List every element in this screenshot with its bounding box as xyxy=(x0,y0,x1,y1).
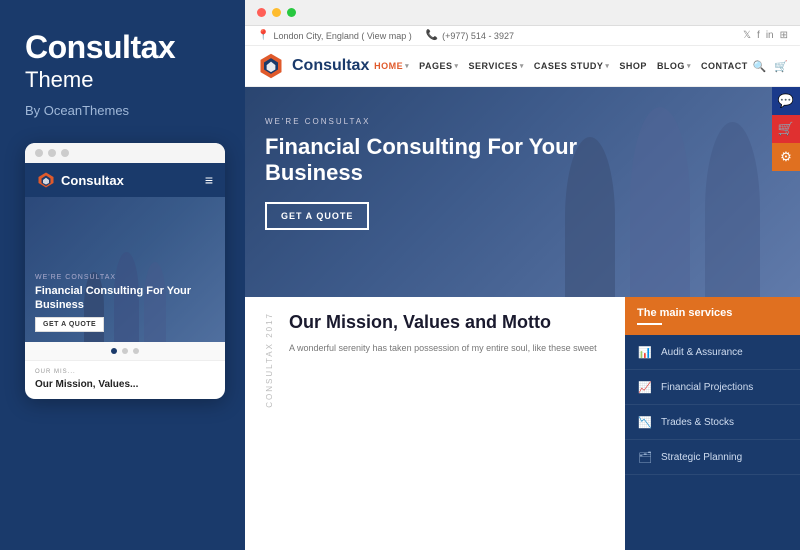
cart-icon[interactable]: 🛒 xyxy=(774,60,788,73)
mobile-browser-bar xyxy=(25,143,225,163)
rss-icon[interactable]: ⊞ xyxy=(780,30,788,41)
site-logo-text: Consultax xyxy=(292,57,369,75)
hero-label: WE'RE CONSULTAX xyxy=(265,117,780,126)
mobile-carousel-dots xyxy=(25,342,225,360)
nav-blog[interactable]: BLOG ▾ xyxy=(657,61,691,71)
theme-title: Consultax xyxy=(25,30,220,65)
mission-section: CONSULTAX 2017 Our Mission, Values and M… xyxy=(245,297,625,550)
mobile-hamburger-icon[interactable]: ≡ xyxy=(205,172,213,188)
float-chat-icon[interactable]: 💬 xyxy=(772,87,800,115)
mobile-logo: Consultax xyxy=(37,171,124,189)
strategic-icon: 🗂 xyxy=(637,449,653,465)
twitter-icon[interactable]: 𝕏 xyxy=(743,30,751,41)
phone-text: (+977) 514 - 3927 xyxy=(442,31,514,41)
mobile-dot-2 xyxy=(48,149,56,157)
hero-content: WE'RE CONSULTAX Financial Consulting For… xyxy=(245,87,800,260)
topbar-social-icons: 𝕏 f in ⊞ xyxy=(743,30,788,41)
nav-home[interactable]: HOME ▾ xyxy=(374,61,409,71)
nav-pages[interactable]: PAGES ▾ xyxy=(419,61,458,71)
search-icon[interactable]: 🔍 xyxy=(753,60,767,73)
site-hero: WE'RE CONSULTAX Financial Consulting For… xyxy=(245,87,800,297)
mission-content: Our Mission, Values and Motto A wonderfu… xyxy=(289,312,605,355)
financial-icon: 📈 xyxy=(637,379,653,395)
service-name-trades: Trades & Stocks xyxy=(661,417,734,428)
theme-author: By OceanThemes xyxy=(25,103,220,118)
nav-contact[interactable]: CONTACT xyxy=(701,61,748,71)
left-panel: Consultax Theme By OceanThemes Consultax… xyxy=(0,0,245,550)
carousel-dot-1[interactable] xyxy=(111,348,117,354)
browser-maximize-dot[interactable] xyxy=(287,8,296,17)
mission-text: A wonderful serenity has taken possessio… xyxy=(289,342,605,356)
audit-icon: 📊 xyxy=(637,344,653,360)
mobile-hero-label: WE'RE CONSULTAX xyxy=(35,274,215,281)
facebook-icon[interactable]: f xyxy=(757,30,760,41)
theme-subtitle: Theme xyxy=(25,67,220,93)
site-nav-links: HOME ▾ PAGES ▾ SERVICES ▾ CASES STUDY ▾ … xyxy=(374,61,748,71)
linkedin-icon[interactable]: in xyxy=(766,30,774,41)
phone-icon: 📞 xyxy=(426,30,438,41)
services-panel: The main services 📊 Audit & Assurance 📈 … xyxy=(625,297,800,550)
services-header: The main services xyxy=(625,297,800,335)
mission-title: Our Mission, Values and Motto xyxy=(289,312,605,334)
mobile-logo-text: Consultax xyxy=(61,173,124,188)
site-navbar: Consultax HOME ▾ PAGES ▾ SERVICES ▾ CASE… xyxy=(245,46,800,87)
mobile-hero-title: Financial Consulting For Your Business xyxy=(35,284,215,313)
service-item-strategic[interactable]: 🗂 Strategic Planning xyxy=(625,440,800,475)
service-item-trades[interactable]: 📉 Trades & Stocks xyxy=(625,405,800,440)
service-name-audit: Audit & Assurance xyxy=(661,347,743,358)
mobile-bottom-section: OUR MIS... Our Mission, Values... xyxy=(25,360,225,399)
nav-cases-study[interactable]: CASES STUDY ▾ xyxy=(534,61,610,71)
topbar-location: 📍 London City, England ( View map ) 📞 (+… xyxy=(257,30,514,41)
mobile-section-title: Our Mission, Values... xyxy=(35,378,215,391)
mobile-cta-button[interactable]: GET A QUOTE xyxy=(35,317,104,332)
nav-services[interactable]: SERVICES ▾ xyxy=(469,61,524,71)
float-cart-icon[interactable]: 🛒 xyxy=(772,115,800,143)
service-name-financial: Financial Projections xyxy=(661,382,753,393)
mobile-dot-1 xyxy=(35,149,43,157)
trades-icon: 📉 xyxy=(637,414,653,430)
location-text: London City, England ( View map ) xyxy=(273,31,411,41)
mobile-hero: WE'RE CONSULTAX Financial Consulting For… xyxy=(25,197,225,342)
services-title: The main services xyxy=(637,307,788,319)
mobile-dot-3 xyxy=(61,149,69,157)
browser-mockup: 📍 London City, England ( View map ) 📞 (+… xyxy=(245,0,800,550)
hero-cta-button[interactable]: GET A QUOTE xyxy=(265,202,369,230)
site-bottom: CONSULTAX 2017 Our Mission, Values and M… xyxy=(245,297,800,550)
nav-utility-icons: 🔍 🛒 xyxy=(753,60,788,73)
mobile-header: Consultax ≡ xyxy=(25,163,225,197)
mobile-logo-icon xyxy=(37,171,55,189)
service-item-financial[interactable]: 📈 Financial Projections xyxy=(625,370,800,405)
site-logo: Consultax xyxy=(257,52,369,80)
site-logo-icon xyxy=(257,52,285,80)
service-item-audit[interactable]: 📊 Audit & Assurance xyxy=(625,335,800,370)
browser-close-dot[interactable] xyxy=(257,8,266,17)
hero-title: Financial Consulting For Your Business xyxy=(265,134,585,187)
carousel-dot-3[interactable] xyxy=(133,348,139,354)
services-underline xyxy=(637,323,662,325)
year-label: CONSULTAX 2017 xyxy=(265,312,274,413)
nav-shop[interactable]: SHOP xyxy=(619,61,647,71)
site-topbar: 📍 London City, England ( View map ) 📞 (+… xyxy=(245,26,800,46)
mobile-section-label: OUR MIS... xyxy=(35,369,215,375)
location-pin-icon: 📍 xyxy=(257,30,269,41)
float-settings-icon[interactable]: ⚙ xyxy=(772,143,800,171)
carousel-dot-2[interactable] xyxy=(122,348,128,354)
floating-sidebar: 💬 🛒 ⚙ xyxy=(772,87,800,297)
service-name-strategic: Strategic Planning xyxy=(661,452,742,463)
browser-chrome xyxy=(245,0,800,26)
mobile-mockup: Consultax ≡ WE'RE CONSULTAX Financial Co… xyxy=(25,143,225,399)
browser-minimize-dot[interactable] xyxy=(272,8,281,17)
